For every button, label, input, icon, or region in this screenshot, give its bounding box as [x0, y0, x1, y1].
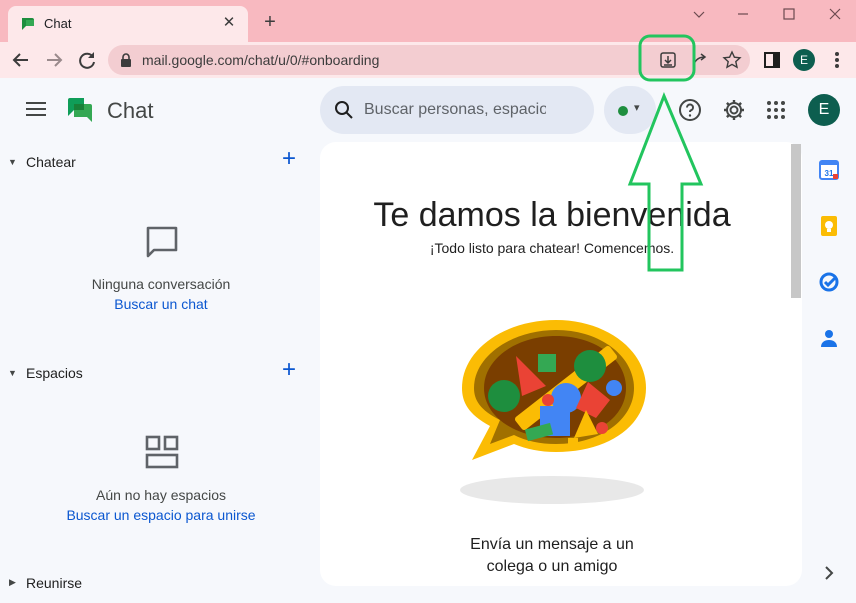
- status-selector[interactable]: ▾: [604, 86, 656, 134]
- account-avatar[interactable]: E: [808, 94, 840, 126]
- main-scrollbar[interactable]: [791, 144, 801, 298]
- bookmark-star-icon[interactable]: [722, 50, 742, 70]
- caret-down-icon[interactable]: ▼: [8, 157, 17, 167]
- back-arrow-icon[interactable]: [10, 49, 32, 71]
- calendar-day-number: 31: [825, 169, 834, 178]
- maximize-icon[interactable]: [774, 6, 804, 22]
- cta-line-2: colega o un amigo: [486, 558, 618, 575]
- welcome-title: Te damos la bienvenida: [373, 196, 731, 234]
- help-icon[interactable]: [678, 98, 702, 122]
- url-text: mail.google.com/chat/u/0/#onboarding: [142, 52, 380, 68]
- caret-right-icon[interactable]: ▶: [9, 577, 16, 588]
- window-close-icon[interactable]: [820, 6, 850, 22]
- find-chat-link[interactable]: Buscar un chat: [0, 296, 322, 312]
- online-status-dot: [618, 106, 628, 116]
- contacts-icon[interactable]: [818, 327, 840, 349]
- keep-icon[interactable]: [818, 215, 840, 237]
- chevron-right-icon[interactable]: [820, 564, 838, 582]
- tab-title: Chat: [44, 16, 72, 31]
- calendar-icon[interactable]: 31: [818, 159, 840, 181]
- address-bar[interactable]: mail.google.com/chat/u/0/#onboarding: [108, 45, 750, 75]
- gear-icon[interactable]: [722, 98, 746, 122]
- section-title-espacios: Espacios: [26, 365, 83, 381]
- section-reunirse[interactable]: ▶ Reunirse: [0, 572, 310, 596]
- search-placeholder: Buscar personas, espacios: [364, 101, 546, 118]
- new-tab-button[interactable]: +: [260, 12, 280, 32]
- browser-tab-chat[interactable]: Chat ✕: [8, 6, 248, 42]
- search-input[interactable]: Buscar personas, espacios: [320, 86, 594, 134]
- chevron-down-icon: ▾: [634, 102, 640, 114]
- app-name: Chat: [107, 98, 154, 123]
- lock-icon: [121, 53, 131, 67]
- add-chat-button[interactable]: +: [279, 147, 299, 171]
- browser-tab-strip: Chat ✕ +: [0, 0, 856, 42]
- empty-spaces-text: Aún no hay espacios: [96, 487, 226, 503]
- tab-search-icon[interactable]: [684, 6, 714, 22]
- browser-profile-avatar[interactable]: E: [793, 49, 815, 71]
- search-icon: [335, 101, 353, 119]
- chat-favicon-icon: [22, 18, 34, 30]
- section-chatear[interactable]: ▼ Chatear +: [0, 147, 310, 175]
- section-espacios[interactable]: ▼ Espacios +: [0, 358, 310, 386]
- tasks-icon[interactable]: [818, 271, 840, 293]
- share-icon[interactable]: [690, 50, 710, 70]
- caret-down-icon[interactable]: ▼: [8, 368, 17, 378]
- minimize-icon[interactable]: [728, 6, 758, 22]
- chat-bubble-illustration: [460, 320, 646, 504]
- close-tab-icon[interactable]: ✕: [220, 14, 238, 32]
- welcome-subtitle: ¡Todo listo para chatear! Comencemos.: [429, 240, 675, 256]
- apps-grid-icon[interactable]: [764, 98, 788, 122]
- spaces-icon: [145, 435, 179, 469]
- welcome-card: Te damos la bienvenida ¡Todo listo para …: [320, 142, 802, 586]
- chat-bubble-icon: [146, 226, 178, 258]
- install-app-icon[interactable]: [658, 50, 678, 70]
- chat-logo-icon: [68, 98, 92, 122]
- reload-icon[interactable]: [76, 49, 98, 71]
- main-menu-icon[interactable]: [26, 102, 46, 118]
- browser-toolbar: mail.google.com/chat/u/0/#onboarding E: [0, 42, 856, 78]
- section-title-chatear: Chatear: [26, 154, 76, 170]
- add-space-button[interactable]: +: [279, 358, 299, 382]
- empty-chats-text: Ninguna conversación: [91, 276, 231, 292]
- find-space-link[interactable]: Buscar un espacio para unirse: [0, 507, 322, 523]
- side-panel-icon[interactable]: [762, 50, 782, 70]
- forward-arrow-icon[interactable]: [43, 49, 65, 71]
- section-title-reunirse: Reunirse: [26, 575, 83, 591]
- cta-message: Envía un mensaje a un colega o un amigo: [450, 534, 654, 578]
- app-header: Chat Buscar personas, espacios ▾ E: [0, 78, 856, 140]
- browser-menu-icon[interactable]: [827, 49, 847, 71]
- cta-line-1: Envía un mensaje a un: [470, 536, 634, 553]
